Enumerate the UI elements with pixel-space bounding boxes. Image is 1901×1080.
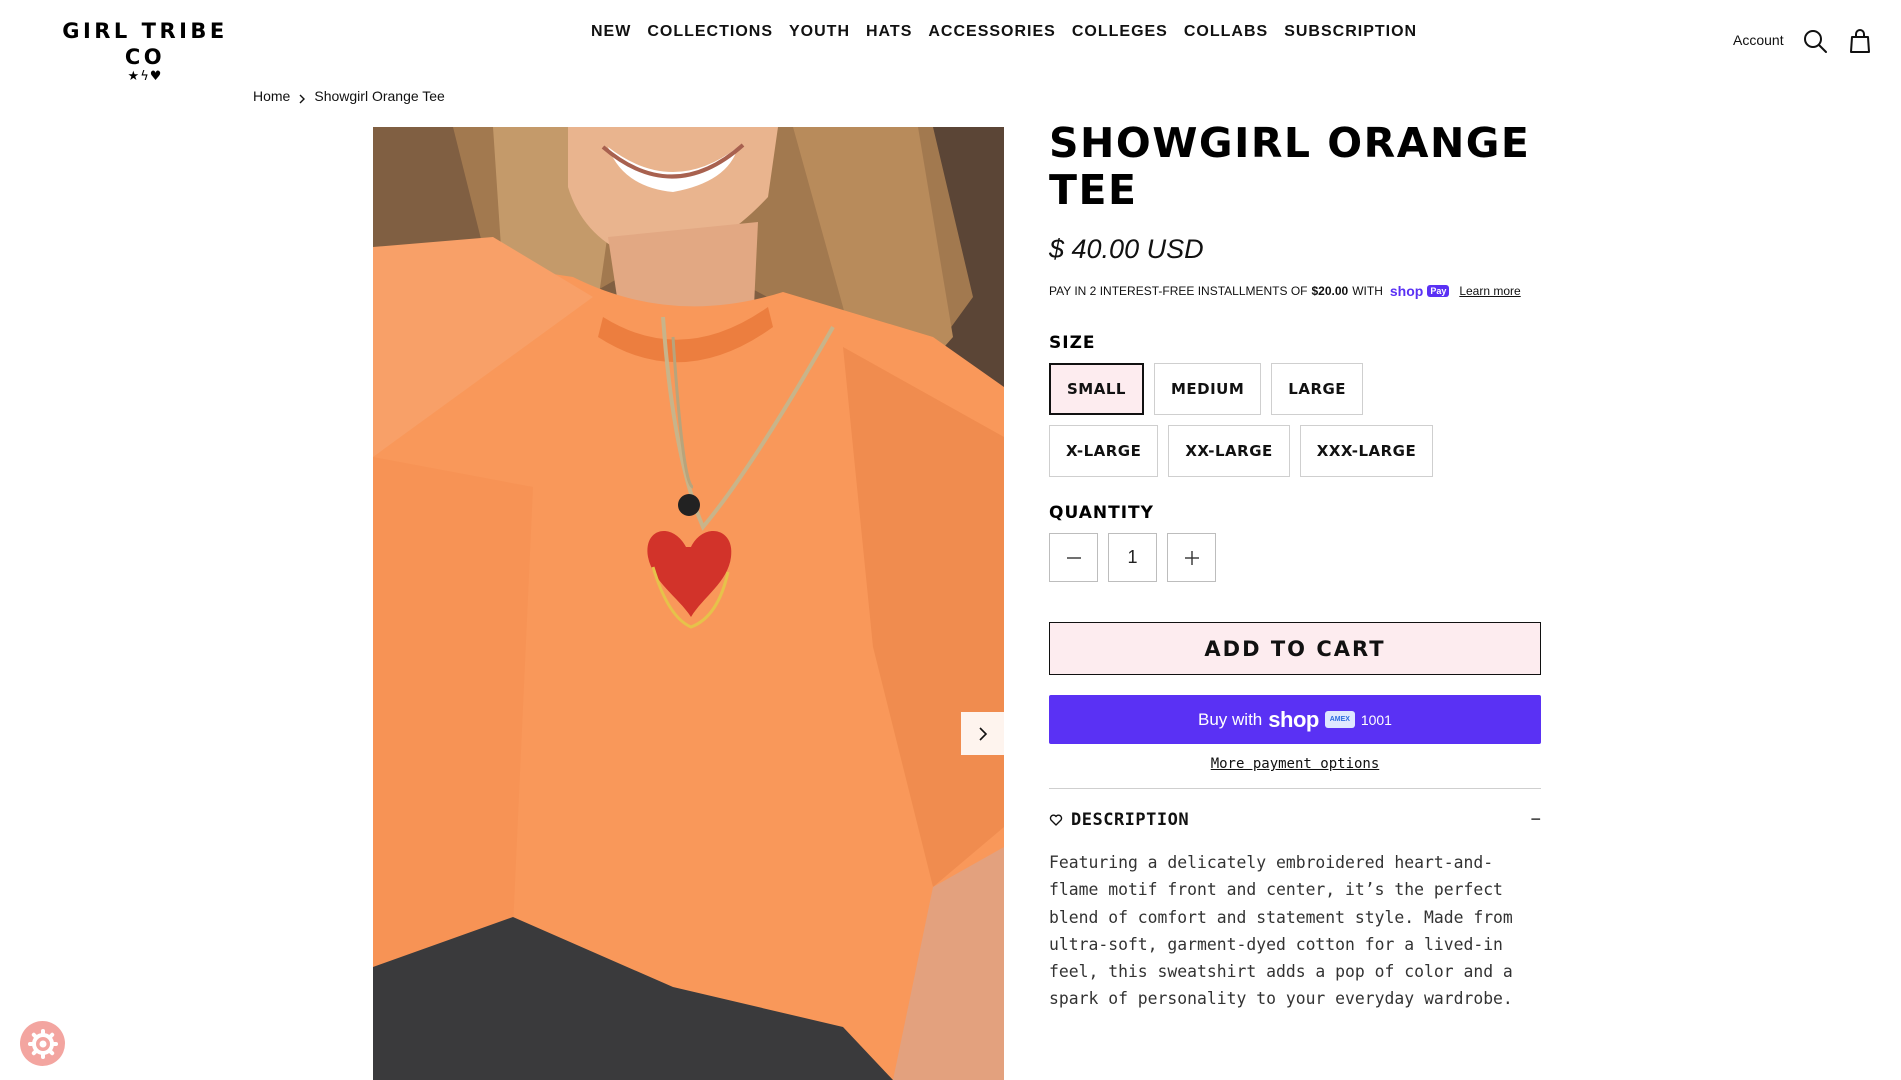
site-header: GIRL TRIBE CO ★ϟ♥ NEW COLLECTIONS YOUTH … bbox=[0, 0, 1901, 84]
privacy-settings-button[interactable] bbox=[20, 1021, 65, 1066]
breadcrumb-current: Showgirl Orange Tee bbox=[314, 88, 445, 104]
nav-item-youth[interactable]: YOUTH bbox=[781, 20, 858, 44]
description-title: DESCRIPTION bbox=[1071, 809, 1190, 830]
nav-item-colleges[interactable]: COLLEGES bbox=[1064, 20, 1176, 44]
installments-amount: $20.00 bbox=[1311, 284, 1349, 298]
amex-card-icon: AMEX bbox=[1324, 711, 1355, 728]
nav-item-new[interactable]: NEW bbox=[583, 20, 639, 44]
nav-item-subscription[interactable]: SUBSCRIPTION bbox=[1276, 20, 1425, 44]
product-gallery bbox=[373, 127, 1004, 1080]
quantity-increase-button[interactable] bbox=[1167, 533, 1216, 582]
shop-logo: shop bbox=[1268, 706, 1319, 732]
account-link[interactable]: Account bbox=[1733, 32, 1784, 48]
main-nav: NEW COLLECTIONS YOUTH HATS ACCESSORIES C… bbox=[583, 20, 1425, 44]
logo-marks: ★ϟ♥ bbox=[127, 69, 163, 84]
size-label: SIZE bbox=[1049, 333, 1096, 353]
card-last-digits: 1001 bbox=[1360, 711, 1392, 728]
logo-text: GIRL TRIBE CO bbox=[62, 19, 228, 69]
bag-icon[interactable] bbox=[1847, 28, 1873, 54]
divider bbox=[1049, 788, 1541, 789]
gear-icon bbox=[27, 1028, 58, 1059]
installments-prefix: PAY IN 2 INTEREST-FREE INSTALLMENTS OF bbox=[1049, 284, 1308, 298]
quantity-decrease-button[interactable] bbox=[1049, 533, 1098, 582]
quantity-label: QUANTITY bbox=[1049, 503, 1154, 523]
shop-pay-badge: Pay bbox=[1427, 285, 1450, 297]
add-to-cart-button[interactable]: ADD TO CART bbox=[1049, 622, 1541, 675]
size-options: SMALL MEDIUM LARGE X-LARGE XX-LARGE XXX-… bbox=[1049, 363, 1469, 477]
search-icon[interactable] bbox=[1802, 28, 1828, 54]
nav-item-accessories[interactable]: ACCESSORIES bbox=[920, 20, 1063, 44]
size-option-small[interactable]: SMALL bbox=[1049, 363, 1144, 415]
chevron-right-icon bbox=[297, 91, 307, 104]
size-option-large[interactable]: LARGE bbox=[1271, 363, 1364, 415]
buy-with-label: Buy with bbox=[1198, 709, 1263, 729]
quantity-input[interactable]: 1 bbox=[1108, 533, 1157, 582]
nav-item-collabs[interactable]: COLLABS bbox=[1176, 20, 1276, 44]
breadcrumb: Home Showgirl Orange Tee bbox=[253, 88, 445, 104]
size-option-xxx-large[interactable]: XXX-LARGE bbox=[1299, 425, 1434, 477]
nav-item-collections[interactable]: COLLECTIONS bbox=[639, 20, 781, 44]
breadcrumb-home[interactable]: Home bbox=[253, 88, 290, 104]
next-image-button[interactable] bbox=[961, 712, 1004, 755]
learn-more-link[interactable]: Learn more bbox=[1459, 284, 1520, 298]
brand-logo[interactable]: GIRL TRIBE CO ★ϟ♥ bbox=[40, 18, 250, 84]
size-option-medium[interactable]: MEDIUM bbox=[1153, 363, 1262, 415]
shop-pay-installments: PAY IN 2 INTEREST-FREE INSTALLMENTS OF $… bbox=[1049, 283, 1541, 299]
size-option-xx-large[interactable]: XX-LARGE bbox=[1168, 425, 1290, 477]
product-image bbox=[373, 127, 1004, 1080]
description-toggle[interactable]: DESCRIPTION − bbox=[1049, 809, 1541, 830]
more-payment-options-link[interactable]: More payment options bbox=[1049, 756, 1541, 772]
plus-icon bbox=[1184, 550, 1199, 565]
product-info: SHOWGIRL ORANGE TEE $ 40.00 USD PAY IN 2… bbox=[1049, 120, 1541, 1013]
quantity-stepper: 1 bbox=[1049, 533, 1541, 582]
size-option-x-large[interactable]: X-LARGE bbox=[1049, 425, 1159, 477]
shop-logo: shop bbox=[1389, 283, 1424, 299]
minus-icon bbox=[1066, 556, 1081, 559]
chevron-right-icon bbox=[978, 726, 987, 741]
product-price: $ 40.00 USD bbox=[1049, 234, 1204, 264]
collapse-icon: − bbox=[1530, 809, 1541, 829]
nav-item-hats[interactable]: HATS bbox=[858, 20, 920, 44]
product-title: SHOWGIRL ORANGE TEE bbox=[1049, 119, 1531, 214]
buy-with-shop-button[interactable]: Buy with shop AMEX 1001 bbox=[1049, 695, 1541, 744]
heart-icon bbox=[1049, 814, 1063, 826]
description-text: Featuring a delicately embroidered heart… bbox=[1049, 853, 1513, 1009]
installments-with: WITH bbox=[1352, 284, 1383, 298]
